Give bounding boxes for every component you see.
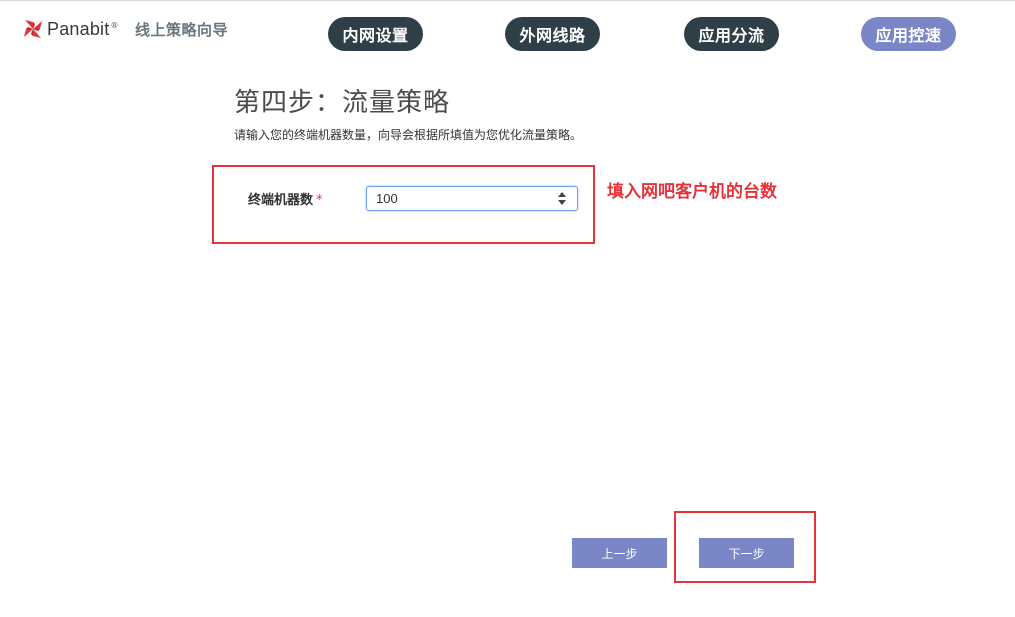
registered-mark: ® [110,20,119,30]
top-divider [0,0,1015,1]
terminal-count-label-text: 终端机器数 [248,193,314,208]
next-step-button[interactable]: 下一步 [699,538,794,568]
terminal-count-input[interactable] [367,187,547,210]
step-lan-settings[interactable]: 内网设置 [328,17,423,51]
wizard-page: Panabit ® 线上策略向导 内网设置 外网线路 应用分流 应用控速 第四步：… [0,0,1015,617]
terminal-count-field[interactable] [366,186,578,211]
pinwheel-logo-icon [24,20,42,38]
number-spinner-icon[interactable] [558,192,566,205]
terminal-count-label: 终端机器数 * [248,189,323,208]
previous-step-button[interactable]: 上一步 [572,538,667,568]
brand-name: Panabit [47,18,110,39]
step-app-routing[interactable]: 应用分流 [684,17,779,51]
required-mark: * [316,193,323,208]
page-title: 第四步：流量策略 [234,88,451,118]
annotation-note: 填入网吧客户机的台数 [607,182,777,202]
wizard-title: 线上策略向导 [135,21,229,39]
step-app-speed-control[interactable]: 应用控速 [861,17,956,51]
step-wan-lines[interactable]: 外网线路 [505,17,600,51]
brand-logo: Panabit ® [22,17,118,41]
page-description: 请输入您的终端机器数量，向导会根据所填值为您优化流量策略。 [234,128,583,142]
